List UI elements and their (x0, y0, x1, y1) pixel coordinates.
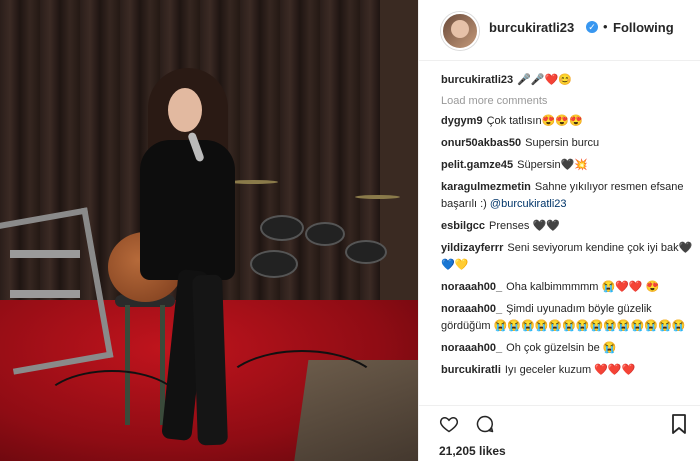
comment-text: Iyı geceler kuzum ❤️❤️❤️ (504, 364, 636, 376)
comment-item: pelit.gamze45 Süpersin🖤💥 (441, 157, 693, 174)
comment-item: burcukiratli Iyı geceler kuzum ❤️❤️❤️ (441, 362, 693, 379)
stage-cable (220, 350, 384, 434)
performer-face (168, 88, 202, 132)
comment-text: Oha kalbimmmmm 😭❤️❤️ 😍 (506, 281, 660, 293)
comment-item: noraaah00_ Oh çok güzelsin be 😭 (441, 340, 693, 357)
comment-username[interactable]: pelit.gamze45 (441, 159, 513, 171)
comment-list: burcukiratli23 🎤🎤❤️😊 Load more comments d… (441, 72, 693, 384)
load-more-comments-link[interactable]: Load more comments (441, 95, 693, 107)
comment-text: Çok tatlısın😍😍😍 (486, 115, 583, 127)
caption: burcukiratli23 🎤🎤❤️😊 (441, 72, 693, 89)
comment-item: onur50akbas50 Supersin burcu (441, 135, 693, 152)
heart-icon[interactable] (439, 414, 459, 434)
caption-username[interactable]: burcukiratli23 (441, 74, 513, 86)
comment-item: esbilgcc Prenses 🖤🖤 (441, 218, 693, 235)
drum (260, 215, 304, 241)
comment-item: yildizayferrr Seni seviyorum kendine çok … (441, 240, 693, 274)
header-username[interactable]: burcukiratli23 (489, 20, 574, 35)
avatar[interactable] (441, 12, 479, 50)
performer-leg (192, 274, 228, 446)
comment-text: Süpersin🖤💥 (517, 159, 588, 171)
following-button[interactable]: Following (613, 20, 674, 35)
stage-cable (40, 370, 184, 444)
caption-text: 🎤🎤❤️😊 (517, 74, 572, 86)
comment-text: Oh çok güzelsin be 😭 (506, 342, 617, 354)
comment-text: Supersin burcu (525, 137, 600, 149)
comment-username[interactable]: noraaah00_ (441, 281, 502, 293)
bookmark-icon[interactable] (671, 414, 687, 434)
comment-username[interactable]: karagulmezmetin (441, 181, 531, 193)
post-header: burcukiratli23 ✓ • Following (419, 0, 700, 61)
comment-username[interactable]: noraaah00_ (441, 303, 502, 315)
post-sidebar: burcukiratli23 ✓ • Following burcukiratl… (418, 0, 700, 462)
comment-item: noraaah00_ Şimdi uyunadım böyle güzelik g… (441, 301, 693, 335)
truss-bar (10, 250, 80, 258)
comment-username[interactable]: dygym9 (441, 115, 483, 127)
performer-body (140, 140, 235, 280)
comment-username[interactable]: noraaah00_ (441, 342, 502, 354)
drum (250, 250, 298, 278)
comment-item: karagulmezmetin Sahne yıkılıyor resmen ef… (441, 179, 693, 213)
comment-username[interactable]: onur50akbas50 (441, 137, 521, 149)
separator: • (603, 19, 608, 34)
drum (305, 222, 345, 246)
cymbal (355, 195, 400, 199)
stage-wall (380, 0, 418, 330)
comment-username[interactable]: yildizayferrr (441, 242, 503, 254)
verified-badge-icon: ✓ (586, 21, 598, 33)
comment-username[interactable]: burcukiratli (441, 364, 501, 376)
comment-item: dygym9 Çok tatlısın😍😍😍 (441, 113, 693, 130)
likes-count[interactable]: 21,205 likes (439, 444, 506, 458)
comment-text: Prenses 🖤🖤 (489, 220, 560, 232)
truss-bar (10, 290, 80, 298)
comment-username[interactable]: esbilgcc (441, 220, 485, 232)
action-bar: 21,205 likes (419, 405, 700, 462)
comment-item: noraaah00_ Oha kalbimmmmm 😭❤️❤️ 😍 (441, 279, 693, 296)
post-photo[interactable] (0, 0, 418, 461)
cymbal (228, 180, 278, 184)
comment-icon[interactable] (475, 414, 495, 434)
comment-mention-link[interactable]: @burcukiratli23 (490, 198, 567, 210)
drum (345, 240, 387, 264)
